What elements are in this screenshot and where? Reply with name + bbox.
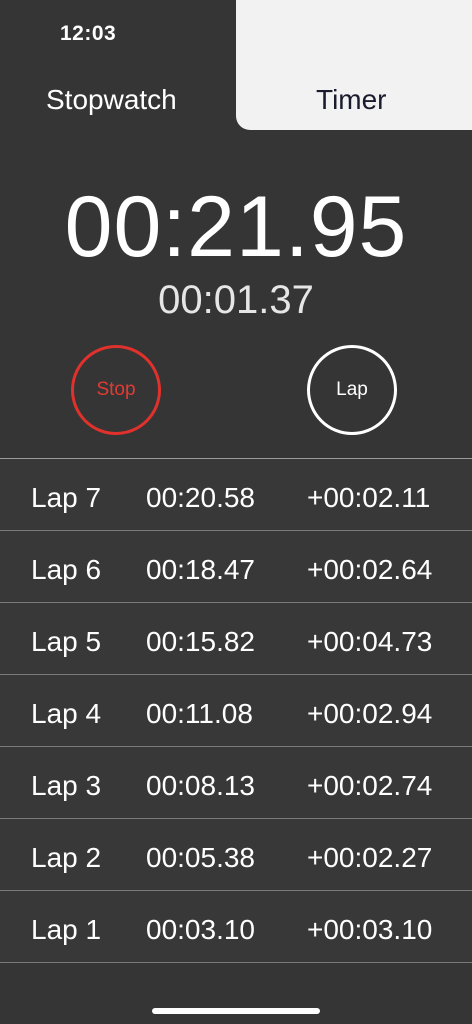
current-lap-time: 00:01.37 <box>158 278 314 322</box>
lap-button[interactable]: Lap <box>307 345 397 435</box>
lap-label: Lap 3 <box>31 770 102 801</box>
status-time: 12:03 <box>60 22 117 45</box>
lap-total-time: 00:05.38 <box>146 842 255 873</box>
lap-total-time: 00:15.82 <box>146 626 255 657</box>
lap-label: Lap 5 <box>31 626 102 657</box>
lap-split-time: +00:04.73 <box>307 626 433 657</box>
lap-split-time: +00:02.64 <box>307 554 433 585</box>
lap-total-time: 00:11.08 <box>146 698 253 729</box>
lap-total-time: 00:20.58 <box>146 482 255 513</box>
lap-total-time: 00:08.13 <box>146 770 255 801</box>
lap-split-time: +00:03.10 <box>307 914 433 945</box>
lap-total-time: 00:18.47 <box>146 554 255 585</box>
lap-split-time: +00:02.74 <box>307 770 433 801</box>
lap-row: Lap 3 00:08.13 +00:02.74 <box>0 747 472 819</box>
lap-total-time: 00:03.10 <box>146 914 255 945</box>
tab-timer[interactable]: Timer <box>316 84 387 116</box>
lap-label: Lap 7 <box>31 482 102 513</box>
lap-list: Lap 7 00:20.58 +00:02.11 Lap 6 00:18.47 … <box>0 458 472 963</box>
lap-split-time: +00:02.11 <box>307 482 431 513</box>
lap-row: Lap 2 00:05.38 +00:02.27 <box>0 819 472 891</box>
lap-row: Lap 4 00:11.08 +00:02.94 <box>0 675 472 747</box>
lap-row: Lap 5 00:15.82 +00:04.73 <box>0 603 472 675</box>
home-indicator[interactable] <box>152 1008 320 1014</box>
lap-split-time: +00:02.94 <box>307 698 433 729</box>
lap-label: Lap 4 <box>31 698 102 729</box>
lap-row: Lap 6 00:18.47 +00:02.64 <box>0 531 472 603</box>
lap-row: Lap 1 00:03.10 +00:03.10 <box>0 891 472 963</box>
stopwatch-total-time: 00:21.95 <box>64 179 408 275</box>
lap-split-time: +00:02.27 <box>307 842 433 873</box>
lap-row: Lap 7 00:20.58 +00:02.11 <box>0 459 472 531</box>
tab-stopwatch[interactable]: Stopwatch <box>46 84 177 116</box>
lap-label: Lap 2 <box>31 842 102 873</box>
lap-label: Lap 1 <box>31 914 102 945</box>
lap-label: Lap 6 <box>31 554 102 585</box>
stop-button[interactable]: Stop <box>71 345 161 435</box>
